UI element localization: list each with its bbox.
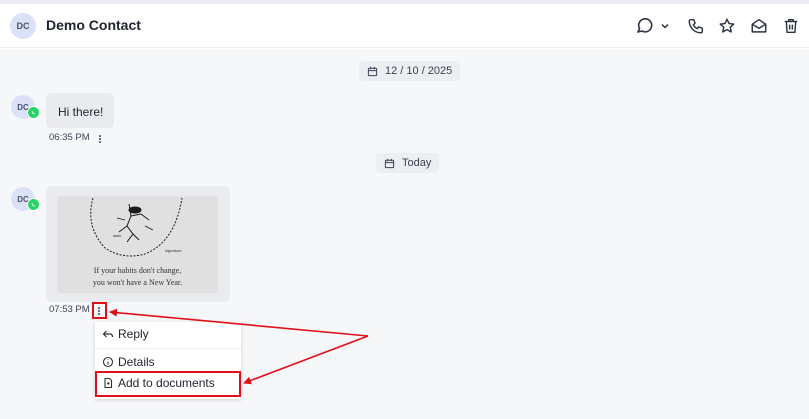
calendar-icon xyxy=(384,158,395,168)
date-separator: 12 / 10 / 2025 xyxy=(359,61,461,81)
contact-name[interactable]: Demo Contact xyxy=(46,17,141,33)
date-separator: Today xyxy=(376,153,440,173)
chevron-down-icon[interactable] xyxy=(657,15,673,37)
menu-item-label: Reply xyxy=(118,327,149,341)
conversation-header: DC Demo Contact xyxy=(0,4,809,48)
annotation-highlight-box xyxy=(95,371,241,397)
star-icon[interactable] xyxy=(716,15,738,37)
date-label: Today xyxy=(402,157,432,169)
reply-icon xyxy=(102,330,114,338)
info-icon xyxy=(102,356,114,368)
message-image[interactable]: signature If your habits don't change, y… xyxy=(57,196,218,293)
mail-open-icon[interactable] xyxy=(748,15,770,37)
calendar-icon xyxy=(367,66,378,76)
whatsapp-icon xyxy=(27,106,40,119)
menu-item-label: Details xyxy=(118,355,155,369)
chat-bubble-icon[interactable] xyxy=(633,15,655,37)
whatsapp-icon xyxy=(27,198,40,211)
menu-divider xyxy=(95,348,241,349)
svg-text:signature: signature xyxy=(165,248,182,253)
menu-item-reply[interactable]: Reply xyxy=(95,323,241,345)
message-bubble[interactable]: Hi there! xyxy=(46,93,114,128)
phone-icon[interactable] xyxy=(685,15,707,37)
image-caption-line: If your habits don't change, xyxy=(93,266,182,275)
date-label: 12 / 10 / 2025 xyxy=(385,65,453,77)
message-time: 07:53 PM xyxy=(49,304,90,315)
message-time: 06:35 PM xyxy=(49,132,90,143)
image-message-bubble[interactable]: signature If your habits don't change, y… xyxy=(46,186,230,302)
trash-icon[interactable] xyxy=(780,15,802,37)
image-caption-line: you won't have a New Year. xyxy=(92,278,183,287)
contact-avatar[interactable]: DC xyxy=(10,13,36,39)
annotation-highlight-box xyxy=(92,302,107,319)
message-options-icon[interactable] xyxy=(95,133,105,145)
message-text: Hi there! xyxy=(58,105,104,119)
menu-item-details[interactable]: Details xyxy=(95,351,241,373)
